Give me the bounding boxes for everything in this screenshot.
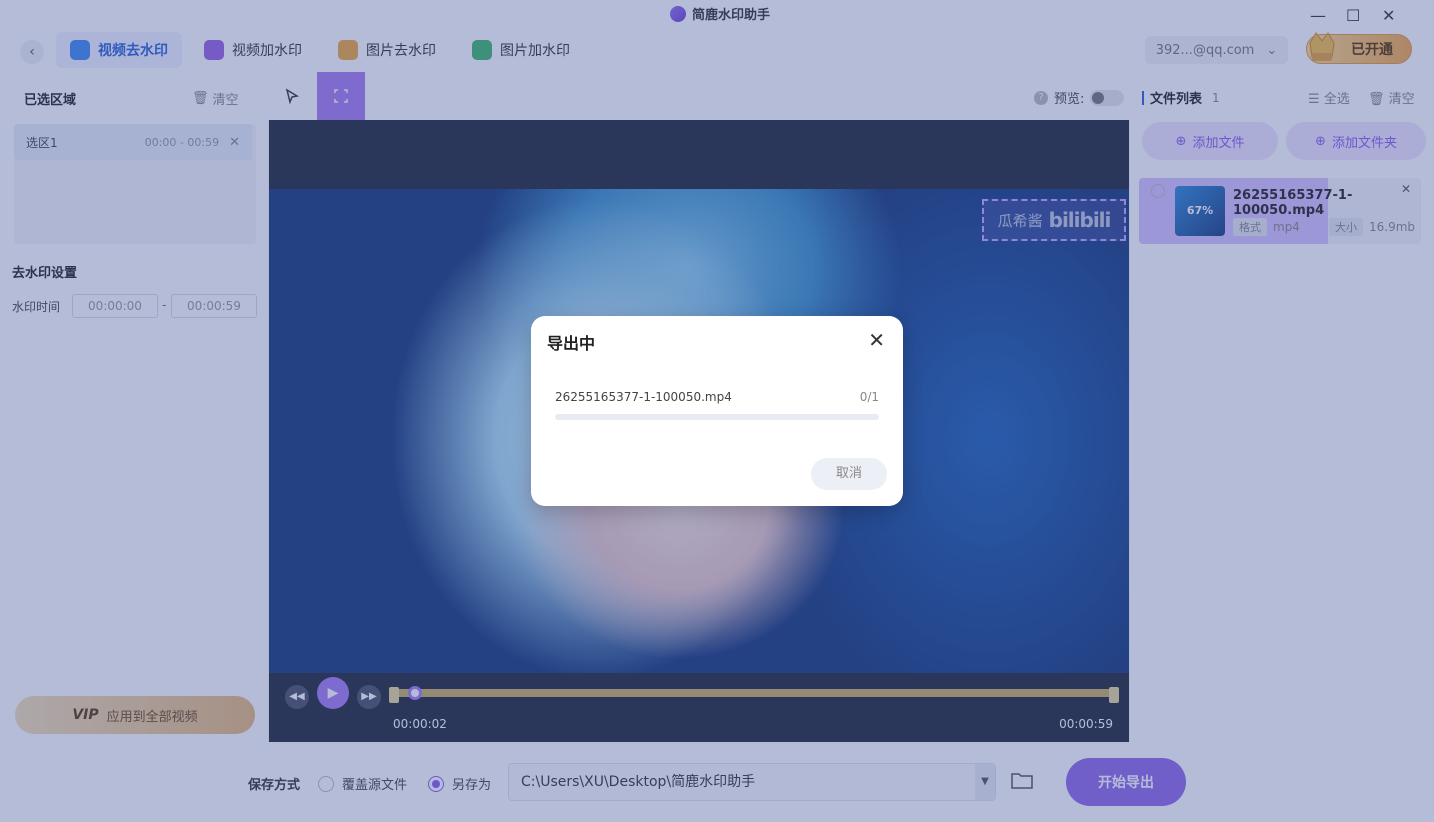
export-file-name: 26255165377-1-100050.mp4 <box>555 390 732 404</box>
export-progress-bar <box>555 414 879 420</box>
cancel-button[interactable]: 取消 <box>811 458 887 490</box>
export-dialog: 导出中 ✕ 26255165377-1-100050.mp4 0/1 取消 <box>531 316 903 506</box>
dialog-title: 导出中 <box>547 334 596 353</box>
dialog-close-icon[interactable]: ✕ <box>868 328 885 352</box>
export-count: 0/1 <box>859 390 879 404</box>
